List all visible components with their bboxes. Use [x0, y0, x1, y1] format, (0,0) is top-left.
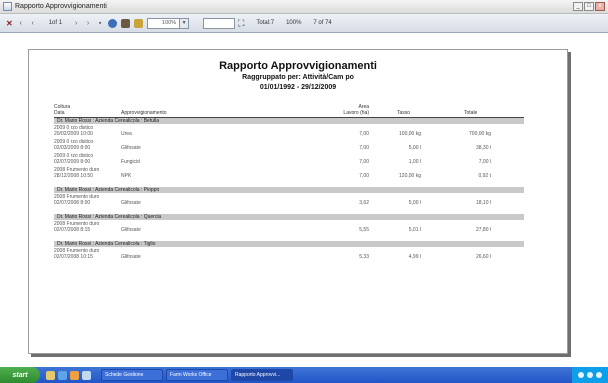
cell-data: 02/07/2009 8:00 [54, 159, 91, 165]
cell-totale: 7,00 l [478, 159, 491, 165]
total-label: Total:7 [256, 20, 275, 26]
cell-tasso: 100,00 kg [399, 131, 421, 137]
chevron-down-icon: ▼ [179, 18, 189, 28]
stop-icon[interactable]: ▪ [96, 17, 104, 29]
cell-tasso: 4,99 l [408, 254, 421, 260]
refresh-icon[interactable] [108, 18, 118, 28]
group-header: Dr. Mario Rossi : Azienda Cerealicola : … [54, 118, 524, 124]
taskbar: start Schede Gestione Farm Works Office … [0, 367, 608, 383]
cell-totale: 26,60 l [475, 254, 491, 260]
cell-area: 3,62 [359, 200, 369, 206]
start-button[interactable]: start [0, 367, 40, 383]
window-title: Rapporto Approvvigionamenti [15, 3, 107, 10]
browser-icon[interactable] [58, 370, 67, 380]
export-icon[interactable] [134, 18, 144, 28]
first-page-icon[interactable]: ‹ [17, 17, 25, 29]
desktop-icon[interactable] [46, 370, 55, 380]
cell-data: 02/07/2008 10:15 [54, 254, 93, 260]
tray-icon[interactable] [578, 372, 584, 378]
cell-totale: 27,80 l [475, 227, 491, 233]
window-title-bar: Rapporto Approvvigionamenti _ □ x [0, 0, 608, 14]
cell-data: 02/07/2008 8:15 [54, 227, 91, 233]
cell-totale: 18,10 l [475, 200, 491, 206]
cell-tasso: 5,00 l [408, 145, 421, 151]
cell-area: 7,00 [359, 131, 369, 137]
volume-icon[interactable] [587, 372, 593, 378]
cell-tasso: 1,00 l [408, 159, 421, 165]
report-date-range: 01/01/1992 - 29/12/2009 [259, 84, 337, 91]
cell-tasso: 5,01 l [408, 227, 421, 233]
cell-area: 5,55 [359, 227, 369, 233]
close-window-icon[interactable]: x [595, 2, 605, 11]
report-page: Rapporto Approvvigionamenti Raggruppato … [28, 49, 568, 354]
cell-approvvigionamento: NPK [121, 173, 132, 179]
count-label: 7 of 74 [313, 20, 332, 26]
cell-tasso: 120,00 kg [399, 173, 421, 179]
cell-area: 5,33 [359, 254, 369, 260]
next-page-icon[interactable]: › [72, 17, 80, 29]
col-header-totale: Totale [464, 110, 478, 116]
taskbar-button-schede[interactable]: Schede Gestione [101, 369, 163, 381]
col-header-tasso: Tasso [397, 110, 411, 116]
zoom-value: 100% [162, 19, 177, 26]
report-viewer[interactable]: Rapporto Approvvigionamenti Raggruppato … [0, 34, 608, 367]
cell-area: 7,00 [359, 173, 369, 179]
zoom-select[interactable]: 100% ▼ [147, 17, 190, 29]
group-header: Dr. Mario Rossi : Azienda Cerealicola : … [54, 241, 524, 247]
cell-approvvigionamento: Glifosate [121, 254, 141, 260]
col-header-lavoro: Lavoro (ha) [343, 110, 369, 116]
col-header-approvvigionamento: Approvvigionamento [121, 110, 167, 116]
cell-data: 20/02/2009 10:00 [54, 131, 93, 137]
taskbar-button-farmworks[interactable]: Farm Works Office [166, 369, 228, 381]
taskbar-button-rapporto[interactable]: Rapporto Approvvi... [231, 369, 293, 381]
print-icon[interactable] [121, 18, 131, 28]
report-subtitle: Raggruppato per: Attività/Cam po [242, 74, 354, 81]
cell-area: 7,00 [359, 159, 369, 165]
binoculars-icon[interactable]: ⛶ [238, 17, 244, 29]
app-icon [3, 2, 12, 11]
mail-icon[interactable] [70, 370, 79, 380]
cell-data: 02/03/2009 8:00 [54, 145, 91, 151]
network-icon[interactable] [596, 372, 602, 378]
maximize-icon[interactable]: □ [584, 2, 594, 11]
cell-tasso: 5,00 l [408, 200, 421, 206]
cell-approvvigionamento: Glifosate [121, 227, 141, 233]
last-page-icon[interactable]: › [84, 17, 92, 29]
system-tray [572, 367, 608, 383]
cell-area: 7,00 [359, 145, 369, 151]
close-icon[interactable]: ✕ [6, 17, 13, 29]
cell-approvvigionamento: Urea [121, 131, 132, 137]
report-toolbar: ✕ ‹ ‹ 1of 1 › › ▪ 100% ▼ ⛶ Total:7 100% … [0, 14, 608, 33]
app-quicklaunch-icon[interactable] [82, 370, 91, 380]
cell-totale: 0,92 t [478, 173, 491, 179]
group-header: Dr. Mario Rossi : Azienda Cerealicola : … [54, 214, 524, 220]
cell-totale: 700,00 kg [469, 131, 491, 137]
cell-totale: 38,30 l [475, 145, 491, 151]
cell-approvvigionamento: Fungicid [121, 159, 140, 165]
window-controls: _ □ x [573, 2, 605, 11]
report-title: Rapporto Approvvigionamenti [219, 60, 377, 72]
cell-approvvigionamento: Glifosate [121, 145, 141, 151]
page-indicator: 1of 1 [48, 20, 63, 26]
minimize-icon[interactable]: _ [573, 2, 583, 11]
col-header-data: Data [54, 110, 65, 116]
cell-data: 02/07/2008 8:00 [54, 200, 91, 206]
group-header: Dr. Mario Rossi : Azienda Cerealicola : … [54, 187, 524, 193]
cell-approvvigionamento: Glifosate [121, 200, 141, 206]
percent-label: 100% [286, 20, 302, 26]
cell-data: 28/12/2008 10:50 [54, 173, 93, 179]
search-input[interactable] [203, 17, 236, 29]
prev-page-icon[interactable]: ‹ [29, 17, 37, 29]
